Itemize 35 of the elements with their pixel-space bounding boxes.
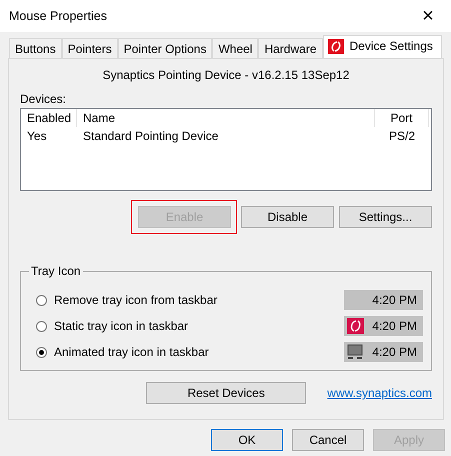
tray-time: 4:20 PM [372, 345, 417, 359]
radio-button[interactable] [36, 294, 47, 306]
table-cell-text: Yes [26, 128, 48, 142]
logo-icon [328, 38, 344, 54]
column-header[interactable]: Name [77, 109, 375, 127]
radio-label[interactable]: Remove tray icon from taskbar [54, 293, 218, 307]
device-heading: Synaptics Pointing Device - v16.2.15 13Sep12 [102, 68, 350, 82]
tab[interactable]: Pointer Options [118, 38, 212, 58]
devices-label: Devices: [20, 92, 66, 106]
radio-label[interactable]: Animated tray icon in taskbar [54, 345, 209, 359]
tab[interactable]: Wheel [212, 38, 258, 58]
radio-button[interactable] [36, 346, 47, 358]
tab[interactable]: Buttons [9, 38, 62, 58]
dialog-button[interactable]: OK [211, 429, 283, 451]
device-button[interactable]: Disable [241, 206, 334, 228]
tab[interactable]: Hardware [258, 38, 322, 58]
close-button[interactable]: × [405, 6, 451, 26]
radio-button[interactable] [36, 320, 47, 332]
logo-icon [347, 318, 364, 334]
reset-button[interactable]: Reset Devices [146, 382, 306, 404]
touchpad-icon [347, 344, 364, 360]
column-header[interactable]: Enabled [21, 109, 77, 127]
group-title: Tray Icon [29, 264, 83, 278]
window-title: Mouse Properties [9, 9, 107, 23]
radio-label[interactable]: Static tray icon in taskbar [54, 319, 188, 333]
column-header[interactable]: Port [375, 109, 429, 127]
table-cell-text: PS/2 [388, 128, 416, 142]
website-link[interactable]: www.synaptics.com [327, 386, 432, 400]
tray-time: 4:20 PM [372, 293, 417, 307]
tab[interactable]: Pointers [62, 38, 118, 58]
device-button[interactable]: Settings... [339, 206, 432, 228]
tab[interactable]: Device Settings [322, 35, 442, 58]
dialog-button[interactable]: Cancel [292, 429, 364, 451]
tray-time: 4:20 PM [372, 319, 417, 333]
table-cell-text: Standard Pointing Device [82, 128, 220, 142]
